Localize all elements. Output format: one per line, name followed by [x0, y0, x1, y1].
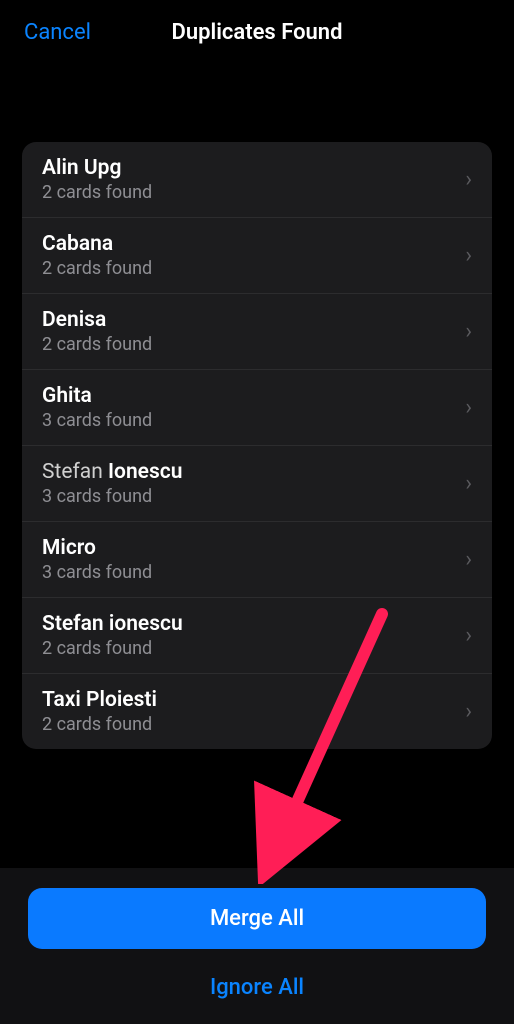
- list-item[interactable]: Stefan ionescu 2 cards found ›: [22, 598, 492, 674]
- list-item[interactable]: Ghita 3 cards found ›: [22, 370, 492, 446]
- action-bar: Merge All Ignore All: [0, 868, 514, 1024]
- list-item[interactable]: Taxi Ploiesti 2 cards found ›: [22, 674, 492, 749]
- contact-name: Denisa: [42, 308, 455, 332]
- cards-found-label: 2 cards found: [42, 638, 455, 659]
- contact-name: Stefan ionescu: [42, 612, 455, 636]
- list-item-content: Stefan ionescu 2 cards found: [42, 612, 455, 659]
- list-item[interactable]: Stefan Ionescu 3 cards found ›: [22, 446, 492, 522]
- chevron-right-icon: ›: [465, 243, 472, 268]
- list-item-content: Stefan Ionescu 3 cards found: [42, 460, 455, 507]
- merge-all-button[interactable]: Merge All: [28, 888, 486, 949]
- list-item-content: Micro 3 cards found: [42, 536, 455, 583]
- list-item-content: Taxi Ploiesti 2 cards found: [42, 688, 455, 735]
- contact-name: Micro: [42, 536, 455, 560]
- list-item-content: Ghita 3 cards found: [42, 384, 455, 431]
- cards-found-label: 2 cards found: [42, 334, 455, 355]
- contact-name: Stefan Ionescu: [42, 460, 455, 484]
- cancel-button[interactable]: Cancel: [24, 20, 91, 45]
- chevron-right-icon: ›: [465, 471, 472, 496]
- list-item[interactable]: Cabana 2 cards found ›: [22, 218, 492, 294]
- list-item-content: Alin Upg 2 cards found: [42, 156, 455, 203]
- cards-found-label: 2 cards found: [42, 714, 455, 735]
- list-item-content: Cabana 2 cards found: [42, 232, 455, 279]
- cards-found-label: 3 cards found: [42, 410, 455, 431]
- chevron-right-icon: ›: [465, 395, 472, 420]
- cards-found-label: 3 cards found: [42, 486, 455, 507]
- list-item[interactable]: Denisa 2 cards found ›: [22, 294, 492, 370]
- list-item-content: Denisa 2 cards found: [42, 308, 455, 355]
- chevron-right-icon: ›: [465, 699, 472, 724]
- cards-found-label: 3 cards found: [42, 562, 455, 583]
- chevron-right-icon: ›: [465, 167, 472, 192]
- header-bar: Cancel Duplicates Found: [0, 0, 514, 64]
- cards-found-label: 2 cards found: [42, 182, 455, 203]
- ignore-all-button[interactable]: Ignore All: [28, 975, 486, 1000]
- list-item[interactable]: Micro 3 cards found ›: [22, 522, 492, 598]
- contact-name: Taxi Ploiesti: [42, 688, 455, 712]
- contact-name: Ghita: [42, 384, 455, 408]
- contact-name: Alin Upg: [42, 156, 455, 180]
- contact-name: Cabana: [42, 232, 455, 256]
- duplicates-list: Alin Upg 2 cards found › Cabana 2 cards …: [22, 142, 492, 749]
- chevron-right-icon: ›: [465, 319, 472, 344]
- list-item[interactable]: Alin Upg 2 cards found ›: [22, 142, 492, 218]
- page-title: Duplicates Found: [172, 20, 343, 45]
- chevron-right-icon: ›: [465, 547, 472, 572]
- cards-found-label: 2 cards found: [42, 258, 455, 279]
- chevron-right-icon: ›: [465, 623, 472, 648]
